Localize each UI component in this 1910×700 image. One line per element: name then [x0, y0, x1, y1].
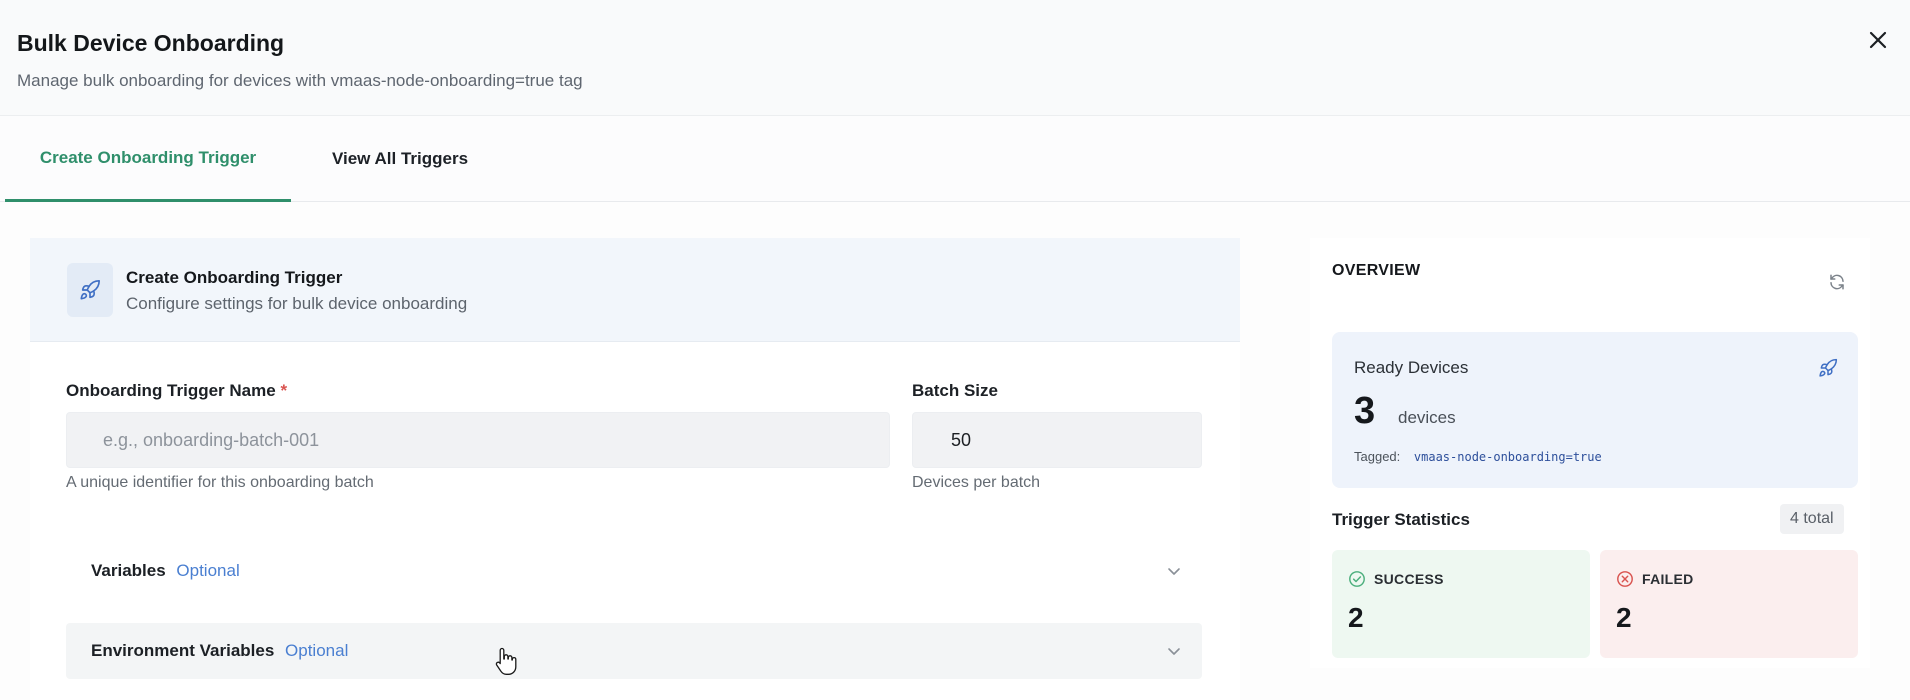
- x-circle-icon: [1617, 571, 1633, 587]
- variables-accordion[interactable]: Variables Optional: [66, 543, 1202, 599]
- failed-label: FAILED: [1642, 571, 1694, 587]
- create-trigger-card-header: Create Onboarding Trigger Configure sett…: [30, 238, 1240, 342]
- success-stat-card: SUCCESS 2: [1332, 550, 1590, 658]
- close-icon: [1869, 31, 1887, 49]
- close-button[interactable]: [1862, 24, 1894, 56]
- env-variables-optional-tag: Optional: [285, 641, 349, 660]
- ready-devices-count: 3: [1354, 390, 1376, 432]
- ready-devices-card: Ready Devices 3 devices Tagged: vmaas-no…: [1332, 332, 1858, 488]
- trigger-statistics-title: Trigger Statistics: [1332, 510, 1470, 529]
- batch-size-helper: Devices per batch: [912, 474, 1041, 491]
- modal-title: Bulk Device Onboarding: [17, 30, 285, 56]
- tab-bar: Create Onboarding Trigger View All Trigg…: [0, 116, 1910, 202]
- variables-optional-tag: Optional: [176, 561, 240, 580]
- trigger-name-label: Onboarding Trigger Name *: [66, 381, 287, 401]
- tab-create-trigger[interactable]: Create Onboarding Trigger: [5, 116, 291, 202]
- tab-view-all-triggers[interactable]: View All Triggers: [310, 116, 490, 202]
- failed-value: 2: [1616, 602, 1632, 633]
- check-circle-icon: [1349, 571, 1365, 587]
- chevron-down-icon: [1164, 641, 1184, 661]
- batch-size-label: Batch Size: [912, 381, 998, 400]
- card-title: Create Onboarding Trigger: [126, 268, 343, 287]
- ready-devices-tagged: Tagged: vmaas-node-onboarding=true: [1354, 449, 1602, 464]
- batch-size-input[interactable]: [912, 412, 1202, 468]
- modal-subtitle: Manage bulk onboarding for devices with …: [17, 71, 583, 90]
- variables-label: Variables: [91, 561, 166, 580]
- hand-cursor-icon: [495, 647, 517, 675]
- refresh-button[interactable]: [1825, 270, 1849, 294]
- tag-value: vmaas-node-onboarding=true: [1413, 450, 1602, 464]
- overview-panel: OVERVIEW Ready Devices 3 devices Tagged:…: [1310, 238, 1870, 668]
- modal-header: Bulk Device Onboarding Manage bulk onboa…: [0, 0, 1910, 116]
- env-variables-accordion-title: Environment Variables Optional: [91, 641, 348, 661]
- success-value: 2: [1348, 602, 1364, 633]
- ready-devices-label: Ready Devices: [1354, 358, 1469, 377]
- success-label: SUCCESS: [1374, 571, 1444, 587]
- rocket-icon: [1816, 356, 1840, 380]
- failed-stat-card: FAILED 2: [1600, 550, 1858, 658]
- trigger-name-helper: A unique identifier for this onboarding …: [66, 474, 374, 491]
- success-stat-header: SUCCESS: [1348, 570, 1444, 588]
- variables-accordion-title: Variables Optional: [91, 561, 240, 581]
- failed-stat-header: FAILED: [1616, 570, 1694, 588]
- overview-title: OVERVIEW: [1332, 262, 1421, 279]
- environment-variables-accordion[interactable]: Environment Variables Optional: [66, 623, 1202, 679]
- rocket-icon: [67, 263, 113, 317]
- bulk-onboarding-modal: Bulk Device Onboarding Manage bulk onboa…: [0, 0, 1910, 700]
- create-trigger-card: Create Onboarding Trigger Configure sett…: [30, 238, 1240, 700]
- refresh-icon: [1830, 274, 1844, 290]
- trigger-name-input[interactable]: [66, 412, 890, 468]
- ready-devices-unit: devices: [1398, 408, 1456, 427]
- env-variables-label: Environment Variables: [91, 641, 275, 660]
- trigger-total-badge: 4 total: [1780, 504, 1844, 534]
- chevron-down-icon: [1164, 561, 1184, 581]
- required-marker: *: [280, 381, 288, 400]
- card-subtitle: Configure settings for bulk device onboa…: [126, 294, 468, 313]
- trigger-name-label-text: Onboarding Trigger Name: [66, 381, 276, 400]
- tagged-label: Tagged:: [1354, 449, 1401, 464]
